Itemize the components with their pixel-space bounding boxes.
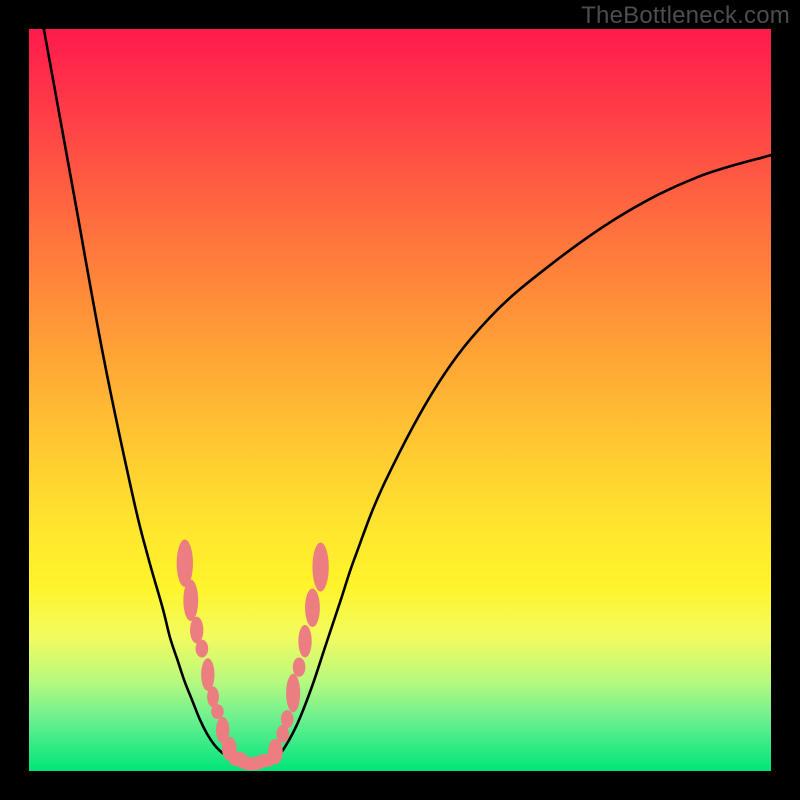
- marker: [190, 617, 203, 644]
- marker: [268, 739, 283, 764]
- data-markers: [177, 540, 329, 771]
- marker: [305, 588, 320, 627]
- marker: [211, 704, 224, 719]
- marker: [286, 674, 300, 713]
- chart-frame: TheBottleneck.com: [0, 0, 800, 800]
- chart-svg: [29, 29, 771, 771]
- marker: [183, 580, 198, 622]
- marker: [201, 658, 214, 691]
- marker: [298, 625, 311, 658]
- marker: [281, 710, 294, 728]
- plot-area: [29, 29, 771, 771]
- marker: [196, 640, 209, 658]
- watermark-text: TheBottleneck.com: [581, 2, 790, 30]
- marker: [312, 542, 328, 591]
- marker: [207, 686, 219, 707]
- marker: [293, 657, 306, 676]
- bottleneck-curve: [44, 29, 771, 764]
